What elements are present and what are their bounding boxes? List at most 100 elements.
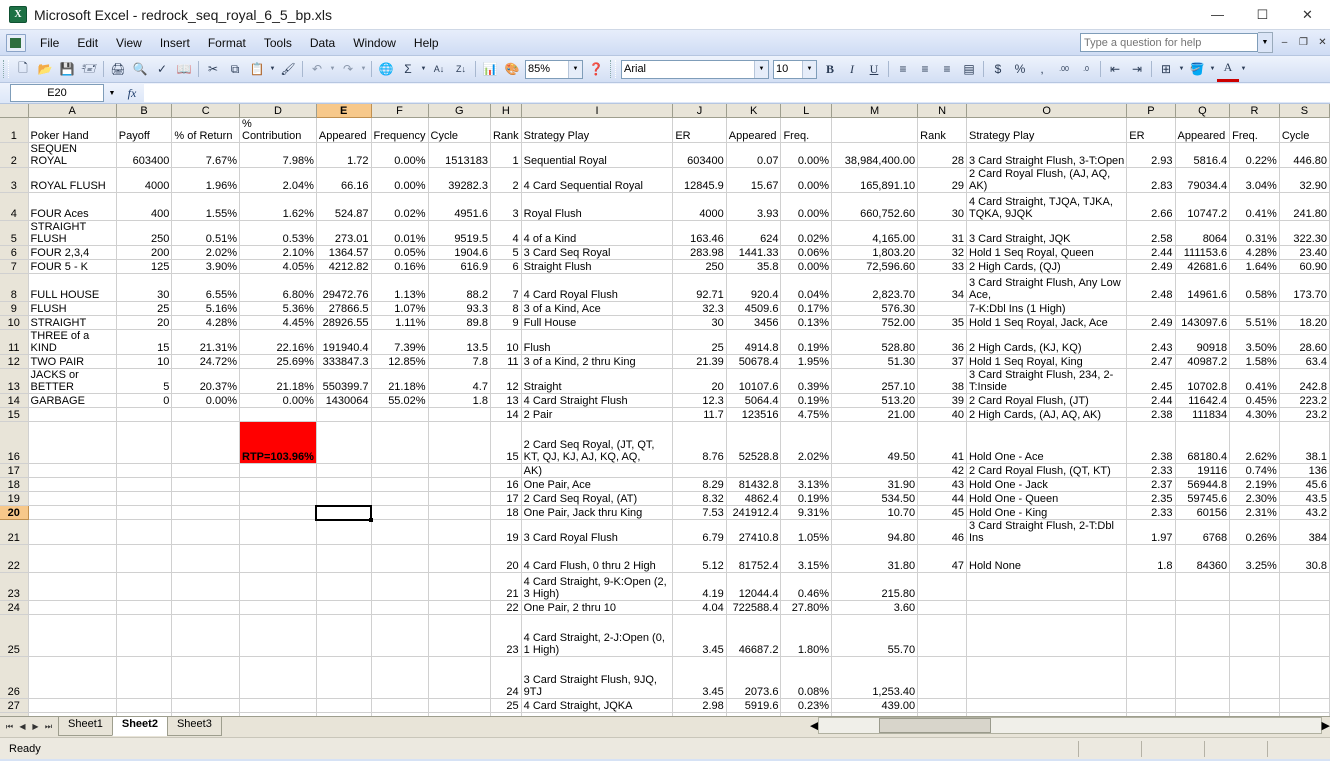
cell-K19[interactable]: 4862.4 <box>726 491 782 506</box>
menu-tools[interactable]: Tools <box>255 33 301 53</box>
cell-D22[interactable] <box>239 544 317 573</box>
cell-R13[interactable]: 0.41% <box>1229 368 1280 394</box>
cell-J22[interactable]: 5.12 <box>672 544 727 573</box>
cell-M17[interactable] <box>831 463 919 478</box>
cell-L14[interactable]: 0.19% <box>780 393 833 408</box>
cell-N3[interactable]: 29 <box>917 167 967 193</box>
cell-D11[interactable]: 22.16% <box>239 329 317 355</box>
cell-G20[interactable] <box>428 505 491 520</box>
cell-G22[interactable] <box>428 544 491 573</box>
cell-N25[interactable] <box>917 614 967 657</box>
cell-H25[interactable]: 23 <box>490 614 522 657</box>
cell-D15[interactable] <box>239 407 317 422</box>
cell-N23[interactable] <box>917 572 967 601</box>
cell-J20[interactable]: 7.53 <box>672 505 727 520</box>
cell-M14[interactable]: 513.20 <box>831 393 919 408</box>
cell-N6[interactable]: 32 <box>917 245 967 260</box>
cell-O25[interactable] <box>966 614 1128 657</box>
scrollbar-thumb[interactable] <box>879 718 992 733</box>
cell-P6[interactable]: 2.44 <box>1126 245 1176 260</box>
align-right-icon[interactable]: ≡ <box>936 58 958 80</box>
cell-K13[interactable]: 10107.6 <box>726 368 782 394</box>
font-color-dropdown-icon[interactable]: ▼ <box>1239 58 1248 80</box>
cell-O11[interactable]: 2 High Cards, (KJ, KQ) <box>966 329 1128 355</box>
row-header-27[interactable]: 27 <box>0 698 29 713</box>
cell-B27[interactable] <box>116 698 173 713</box>
cell-G15[interactable] <box>428 407 491 422</box>
cell-L27[interactable]: 0.23% <box>780 698 833 713</box>
cell-K17[interactable] <box>726 463 782 478</box>
cell-A14[interactable]: GARBAGE <box>28 393 117 408</box>
menu-format[interactable]: Format <box>199 33 255 53</box>
cell-C1[interactable]: % of Return <box>171 117 240 143</box>
cell-D5[interactable]: 0.53% <box>239 220 317 246</box>
column-header-i[interactable]: I <box>521 104 674 118</box>
cell-Q13[interactable]: 10702.8 <box>1175 368 1231 394</box>
row-header-9[interactable]: 9 <box>0 301 29 316</box>
cell-M18[interactable]: 31.90 <box>831 477 919 492</box>
cell-D25[interactable] <box>239 614 317 657</box>
cell-D24[interactable] <box>239 600 317 615</box>
cell-E7[interactable]: 4212.82 <box>316 259 372 274</box>
cell-F9[interactable]: 1.07% <box>371 301 429 316</box>
cell-L3[interactable]: 0.00% <box>780 167 833 193</box>
cell-P18[interactable]: 2.37 <box>1126 477 1176 492</box>
cell-R14[interactable]: 0.45% <box>1229 393 1280 408</box>
cell-B26[interactable] <box>116 656 173 699</box>
cell-R7[interactable]: 1.64% <box>1229 259 1280 274</box>
cell-P14[interactable]: 2.44 <box>1126 393 1176 408</box>
cell-N18[interactable]: 43 <box>917 477 967 492</box>
cell-D4[interactable]: 1.62% <box>239 192 317 221</box>
column-header-c[interactable]: C <box>171 104 240 118</box>
cell-C27[interactable] <box>171 698 240 713</box>
cut-icon[interactable]: ✂ <box>202 58 224 80</box>
cell-Q21[interactable]: 6768 <box>1175 519 1231 545</box>
cell-L26[interactable]: 0.08% <box>780 656 833 699</box>
cell-I27[interactable]: 4 Card Straight, JQKA <box>521 698 674 713</box>
cell-N12[interactable]: 37 <box>917 354 967 369</box>
cell-B23[interactable] <box>116 572 173 601</box>
cell-Q4[interactable]: 10747.2 <box>1175 192 1231 221</box>
cell-B11[interactable]: 15 <box>116 329 173 355</box>
cell-R9[interactable] <box>1229 301 1280 316</box>
cell-D9[interactable]: 5.36% <box>239 301 317 316</box>
cell-O24[interactable] <box>966 600 1128 615</box>
cell-K18[interactable]: 81432.8 <box>726 477 782 492</box>
cell-Q19[interactable]: 59745.6 <box>1175 491 1231 506</box>
scroll-right-icon[interactable]: ▶ <box>1322 719 1330 732</box>
cell-B3[interactable]: 4000 <box>116 167 173 193</box>
cell-S8[interactable]: 173.70 <box>1279 273 1330 302</box>
cell-F19[interactable] <box>371 491 429 506</box>
cell-S18[interactable]: 45.6 <box>1279 477 1330 492</box>
cell-F5[interactable]: 0.01% <box>371 220 429 246</box>
print-preview-icon[interactable]: 🔍 <box>129 58 151 80</box>
minimize-button[interactable]: — <box>1195 2 1240 28</box>
cell-J2[interactable]: 603400 <box>672 142 727 168</box>
cell-G2[interactable]: 1513183 <box>428 142 491 168</box>
cell-I9[interactable]: 3 of a Kind, Ace <box>521 301 674 316</box>
bold-button[interactable]: B <box>819 58 841 80</box>
cell-C10[interactable]: 4.28% <box>171 315 240 330</box>
cell-M13[interactable]: 257.10 <box>831 368 919 394</box>
column-header-r[interactable]: R <box>1229 104 1280 118</box>
cell-G18[interactable] <box>428 477 491 492</box>
cell-R4[interactable]: 0.41% <box>1229 192 1280 221</box>
cell-M20[interactable]: 10.70 <box>831 505 919 520</box>
cell-G10[interactable]: 89.8 <box>428 315 491 330</box>
cell-K6[interactable]: 1441.33 <box>726 245 782 260</box>
column-header-q[interactable]: Q <box>1175 104 1231 118</box>
menu-data[interactable]: Data <box>301 33 344 53</box>
cell-E13[interactable]: 550399.7 <box>316 368 372 394</box>
cell-G14[interactable]: 1.8 <box>428 393 491 408</box>
cell-F25[interactable] <box>371 614 429 657</box>
cell-R16[interactable]: 2.62% <box>1229 421 1280 464</box>
cell-O16[interactable]: Hold One - Ace <box>966 421 1128 464</box>
cell-F7[interactable]: 0.16% <box>371 259 429 274</box>
row-header-28[interactable]: 28 <box>0 712 29 716</box>
cell-S5[interactable]: 322.30 <box>1279 220 1330 246</box>
cell-L11[interactable]: 0.19% <box>780 329 833 355</box>
cell-A13[interactable]: JACKS or BETTER <box>28 368 117 394</box>
cell-O8[interactable]: 3 Card Straight Flush, Any Low Ace, <box>966 273 1128 302</box>
decrease-decimal-icon[interactable]: .0 <box>1075 58 1097 80</box>
cell-S2[interactable]: 446.80 <box>1279 142 1330 168</box>
